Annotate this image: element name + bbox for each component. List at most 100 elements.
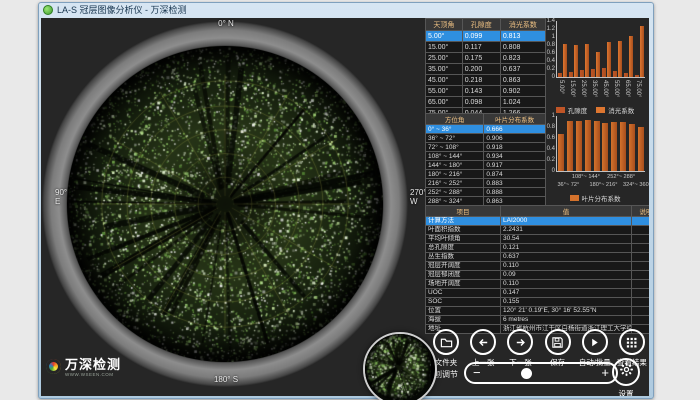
table-cell: 0.808 <box>500 42 545 53</box>
bar-group <box>624 21 633 77</box>
bar <box>640 26 644 77</box>
column-header: 值 <box>501 206 632 217</box>
bar-group <box>620 116 626 171</box>
table-cell: 0.098 <box>462 97 500 108</box>
brand-name: 万深检测 <box>65 357 121 372</box>
brand-logo: 万深检测 WWW.WSEEN.COM <box>46 357 121 377</box>
table-row[interactable]: 45.00°0.2180.863 <box>426 75 546 86</box>
table-row[interactable]: 55.00°0.1430.902 <box>426 86 546 97</box>
table-row[interactable]: 冠层开阔度0.110 <box>426 262 650 271</box>
table-row[interactable]: 场地开阔度0.110 <box>426 280 650 289</box>
app-icon <box>43 5 53 15</box>
table-cell: 55.00° <box>426 86 463 97</box>
bar <box>585 44 589 77</box>
bar <box>596 52 600 77</box>
table-row[interactable]: 0° ~ 36°0.666 <box>426 125 546 134</box>
bar <box>567 121 573 171</box>
table-row[interactable]: 冠层郁闭度0.09 <box>426 271 650 280</box>
table-row[interactable]: UOC0.147 <box>426 289 650 298</box>
table-cell: 0.666 <box>484 125 546 134</box>
table-row[interactable]: 总孔隙度0.121 <box>426 244 650 253</box>
bar <box>580 70 584 77</box>
bar <box>629 36 633 77</box>
table-row[interactable]: 72° ~ 108°0.918 <box>426 143 546 152</box>
slider-knob[interactable] <box>521 368 532 379</box>
table-row[interactable]: 35.00°0.2000.637 <box>426 64 546 75</box>
titlebar[interactable]: LA-S 冠层图像分析仪 - 万深检测 <box>39 3 653 16</box>
table-cell: 216° ~ 252° <box>426 179 484 188</box>
x-axis-labels: 5.00°15.00°25.00°35.00°45.00°55.00°65.00… <box>556 79 644 105</box>
leaf-distribution-chart: 00.20.40.60.81108°~ 144°252°~ 288°36°~ 7… <box>541 114 649 204</box>
azimuth-table: 方位角叶片分布系数0° ~ 36°0.66636° ~ 72°0.90672° … <box>425 113 546 215</box>
table-cell: 0.888 <box>484 188 546 197</box>
y-axis-tick-label: 0.2 <box>541 157 555 163</box>
bar <box>613 71 617 77</box>
table-row[interactable]: 5.00°0.0990.813 <box>426 31 546 42</box>
table-row[interactable]: SOC0.155 <box>426 298 650 307</box>
x-axis-labels: 108°~ 144°252°~ 288° <box>556 174 644 182</box>
thumbnail-preview[interactable] <box>363 332 437 400</box>
table-cell: 0.874 <box>484 170 546 179</box>
table-cell: SOC <box>426 298 501 307</box>
table-row[interactable]: 180° ~ 216°0.874 <box>426 170 546 179</box>
column-header: 方位角 <box>426 114 484 125</box>
table-row[interactable]: 25.00°0.1750.823 <box>426 53 546 64</box>
table-cell: 120° 21' 0.19"E, 30° 16' 52.55"N <box>501 307 632 316</box>
folder-icon <box>440 336 453 349</box>
table-cell: 丛生指数 <box>426 253 501 262</box>
table-header-row: 方位角叶片分布系数 <box>426 114 546 125</box>
brand-subtext: WWW.WSEEN.COM <box>65 372 121 377</box>
table-row[interactable]: 15.00°0.1170.808 <box>426 42 546 53</box>
table-row[interactable]: 65.00°0.0981.024 <box>426 97 546 108</box>
arrow-left-icon <box>477 336 490 349</box>
x-axis-labels: 36°~ 72°180°~ 216°324°~ 360° <box>556 182 644 190</box>
table-cell: 0.09 <box>501 271 632 280</box>
table-row[interactable]: 平均叶倾角30.54 <box>426 235 650 244</box>
table-row[interactable]: 252° ~ 288°0.888 <box>426 188 546 197</box>
table-cell: 2.2431 <box>501 226 632 235</box>
x-axis-tick-label: 252°~ 288° <box>607 174 635 180</box>
settings-button[interactable]: 设置 <box>611 358 641 396</box>
bar <box>569 72 573 77</box>
table-cell: 0.121 <box>501 244 632 253</box>
table-cell: 0.883 <box>484 179 546 188</box>
x-axis-tick-label: 75.00° <box>635 80 641 97</box>
table-cell: 0.637 <box>501 253 632 262</box>
table-row[interactable]: 位置120° 21' 0.19"E, 30° 16' 52.55"N <box>426 307 650 316</box>
table-row[interactable]: 叶面积指数2.2431 <box>426 226 650 235</box>
table-row[interactable]: 216° ~ 252°0.883 <box>426 179 546 188</box>
wseen-logo-icon <box>46 359 61 374</box>
slider-plus-button[interactable]: + <box>601 365 609 381</box>
y-axis-tick-label: 0.2 <box>541 66 555 72</box>
slider-minus-button[interactable]: − <box>473 365 481 381</box>
table-cell: 1.024 <box>500 97 545 108</box>
compass-south-label: 180° S <box>205 375 247 384</box>
table-row[interactable]: 计算方法LAI2000 <box>426 217 650 226</box>
bar-group <box>638 116 644 171</box>
zenith-angle-table: 天顶角孔隙度消光系数5.00°0.0990.81315.00°0.1170.80… <box>425 18 546 119</box>
bar <box>574 45 578 77</box>
table-cell: 0.902 <box>500 86 545 97</box>
table-row[interactable]: 海拔6 metres <box>426 316 650 325</box>
bar <box>602 68 606 77</box>
table-cell: 0.218 <box>462 75 500 86</box>
table-row[interactable]: 36° ~ 72°0.906 <box>426 134 546 143</box>
table-cell: 0.918 <box>484 143 546 152</box>
gear-icon <box>619 362 634 382</box>
fisheye-ring <box>42 21 408 387</box>
table-cell: 36° ~ 72° <box>426 134 484 143</box>
table-cell: 0.906 <box>484 134 546 143</box>
table-row[interactable]: 丛生指数0.637 <box>426 253 650 262</box>
table-row[interactable]: 108° ~ 144°0.934 <box>426 152 546 161</box>
bar-group <box>611 116 617 171</box>
segmentation-slider[interactable]: − + <box>464 362 618 384</box>
bar-group <box>591 21 600 77</box>
table-cell <box>632 262 650 271</box>
x-axis-tick-label: 65.00° <box>624 80 630 97</box>
chart-plot-area: 00.20.40.60.811.21.4 <box>556 21 645 78</box>
table-row[interactable]: 144° ~ 180°0.917 <box>426 161 546 170</box>
table-cell: 30.54 <box>501 235 632 244</box>
table-cell: 平均叶倾角 <box>426 235 501 244</box>
bar-group <box>635 21 644 77</box>
table-cell <box>632 271 650 280</box>
